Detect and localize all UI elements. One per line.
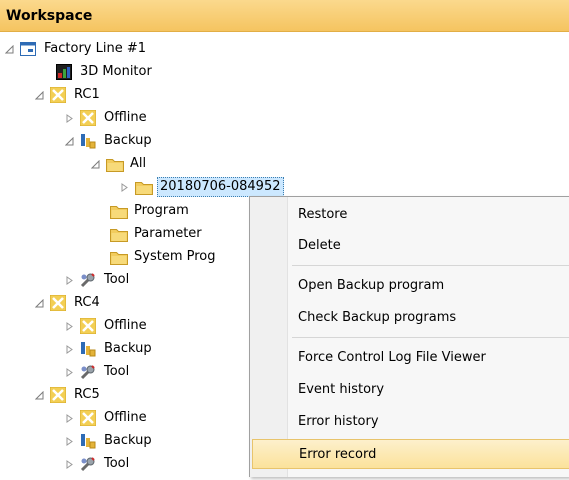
tree-node-rc1-program[interactable]: Program xyxy=(110,200,191,222)
menu-item-error-record[interactable]: Error record xyxy=(252,439,569,469)
tool-icon xyxy=(80,364,96,380)
expand-arrow-icon[interactable] xyxy=(117,176,131,198)
tree-node-label[interactable]: Offline xyxy=(102,407,149,429)
expand-arrow-icon[interactable] xyxy=(62,453,76,475)
tree-node-rc4-backup[interactable]: Backup xyxy=(62,338,154,360)
tree-node-rc5-tool[interactable]: Tool xyxy=(62,453,131,475)
collapse-arrow-icon[interactable] xyxy=(62,130,76,152)
tool-icon xyxy=(80,456,96,472)
tree-node-label[interactable]: RC4 xyxy=(72,292,102,314)
expand-arrow-icon[interactable] xyxy=(62,430,76,452)
folder-icon xyxy=(110,203,128,219)
menu-item-restore[interactable]: Restore xyxy=(252,200,569,230)
menu-item-force-control-log-viewer[interactable]: Force Control Log File Viewer xyxy=(252,343,569,373)
tree-node-label[interactable]: RC1 xyxy=(72,84,102,106)
collapse-arrow-icon[interactable] xyxy=(88,153,102,175)
collapse-arrow-icon[interactable] xyxy=(2,38,16,60)
expand-arrow-icon[interactable] xyxy=(62,361,76,383)
tree-node-label[interactable]: 3D Monitor xyxy=(78,61,154,83)
tree-node-rc1-offline[interactable]: Offline xyxy=(62,107,149,129)
folder-icon xyxy=(135,179,153,195)
3d-monitor-icon xyxy=(56,64,72,80)
tree-node-label[interactable]: 20180706-084952 xyxy=(157,177,284,197)
tree-node-rc4-tool[interactable]: Tool xyxy=(62,361,131,383)
expand-arrow-icon[interactable] xyxy=(62,407,76,429)
robot-controller-icon xyxy=(49,386,67,404)
workspace-title: Workspace xyxy=(0,0,569,32)
tree-node-rc1-parameter[interactable]: Parameter xyxy=(110,223,204,245)
menu-separator xyxy=(292,265,569,266)
tree-node-rc5[interactable]: RC5 xyxy=(32,384,102,406)
menu-item-delete[interactable]: Delete xyxy=(252,231,569,261)
folder-icon xyxy=(106,156,124,172)
factory-line-icon xyxy=(20,41,36,57)
tree-node-rc1-backup[interactable]: Backup xyxy=(62,130,154,152)
tree-node-rc4-offline[interactable]: Offline xyxy=(62,315,149,337)
folder-icon xyxy=(110,226,128,242)
collapse-arrow-icon[interactable] xyxy=(32,384,46,406)
tree-node-label[interactable]: All xyxy=(128,153,148,175)
backup-icon xyxy=(80,341,96,357)
tool-icon xyxy=(80,272,96,288)
collapse-arrow-icon[interactable] xyxy=(32,84,46,106)
tree-node-label[interactable]: Program xyxy=(132,200,191,222)
tree-node-label[interactable]: Backup xyxy=(102,130,154,152)
tree-node-rc4[interactable]: RC4 xyxy=(32,292,102,314)
tree-node-label[interactable]: Offline xyxy=(102,107,149,129)
menu-item-error-history[interactable]: Error history xyxy=(252,407,569,437)
robot-controller-icon xyxy=(79,109,97,127)
tree-node-backup-item[interactable]: 20180706-084952 xyxy=(117,176,284,198)
tree-node-label[interactable]: Backup xyxy=(102,430,154,452)
tree-node-label[interactable]: Factory Line #1 xyxy=(42,38,148,60)
context-menu: Restore Delete Open Backup program Check Ba… xyxy=(249,196,569,477)
tree-node-label[interactable]: Offline xyxy=(102,315,149,337)
menu-item-check-backup-programs[interactable]: Check Backup programs xyxy=(252,303,569,333)
expand-arrow-icon[interactable] xyxy=(62,107,76,129)
backup-icon xyxy=(80,133,96,149)
robot-controller-icon xyxy=(49,294,67,312)
tree-node-label[interactable]: Tool xyxy=(102,361,131,383)
robot-controller-icon xyxy=(49,86,67,104)
robot-controller-icon xyxy=(79,409,97,427)
robot-controller-icon xyxy=(79,317,97,335)
tree-node-label[interactable]: Tool xyxy=(102,453,131,475)
folder-icon xyxy=(110,249,128,265)
expand-arrow-icon[interactable] xyxy=(62,269,76,291)
tree-node-rc1[interactable]: RC1 xyxy=(32,84,102,106)
menu-item-open-backup-program[interactable]: Open Backup program xyxy=(252,271,569,301)
backup-icon xyxy=(80,433,96,449)
tree-node-3d-monitor[interactable]: 3D Monitor xyxy=(56,61,154,83)
menu-separator xyxy=(292,337,569,338)
menu-item-event-history[interactable]: Event history xyxy=(252,375,569,405)
tree-node-label[interactable]: Parameter xyxy=(132,223,204,245)
tree-node-label[interactable]: Backup xyxy=(102,338,154,360)
tree-node-rc1-all[interactable]: All xyxy=(88,153,148,175)
tree-node-label[interactable]: System Prog xyxy=(132,246,218,268)
tree-node-label[interactable]: RC5 xyxy=(72,384,102,406)
expand-arrow-icon[interactable] xyxy=(62,315,76,337)
collapse-arrow-icon[interactable] xyxy=(32,292,46,314)
tree-node-rc1-system-prog[interactable]: System Prog xyxy=(110,246,218,268)
tree-node-label[interactable]: Tool xyxy=(102,269,131,291)
tree-node-rc5-backup[interactable]: Backup xyxy=(62,430,154,452)
tree-node-rc1-tool[interactable]: Tool xyxy=(62,269,131,291)
tree-node-factory-line[interactable]: Factory Line #1 xyxy=(2,38,148,60)
tree-node-rc5-offline[interactable]: Offline xyxy=(62,407,149,429)
expand-arrow-icon[interactable] xyxy=(62,338,76,360)
